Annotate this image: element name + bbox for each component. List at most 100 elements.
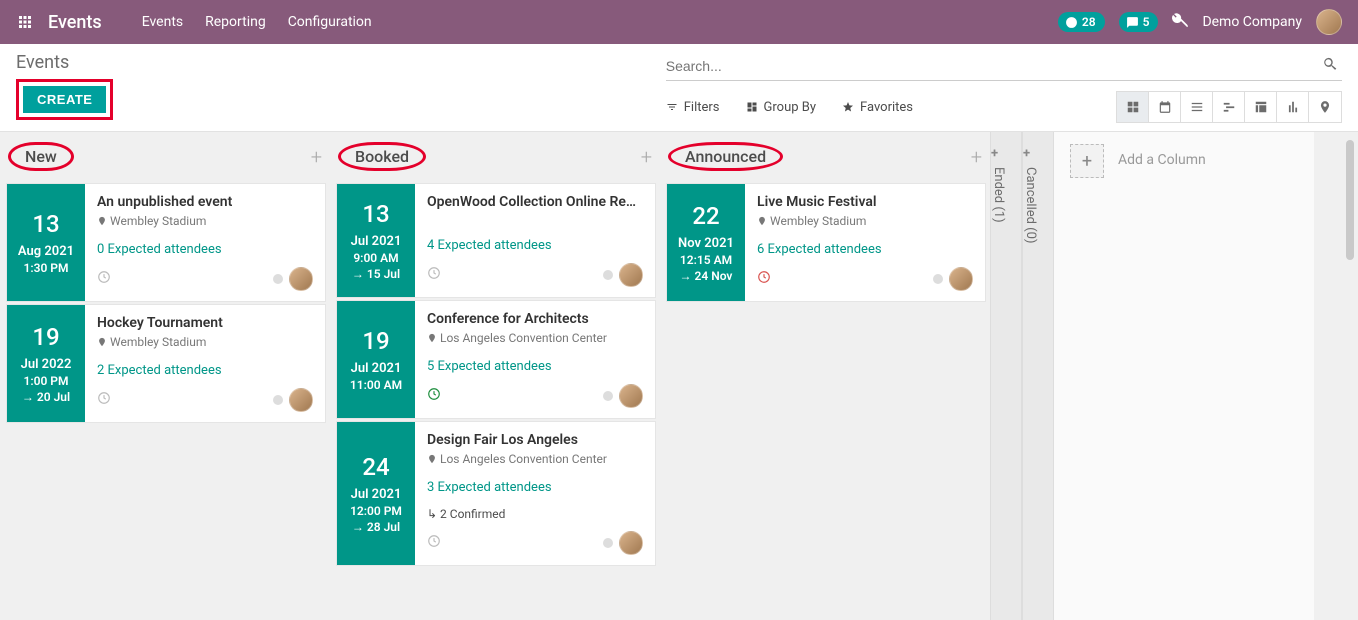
card-date-block: 24 Jul 2021 12:00 PM → 28 Jul bbox=[337, 422, 415, 565]
favorites-label: Favorites bbox=[860, 100, 913, 115]
company-name[interactable]: Demo Company bbox=[1202, 14, 1302, 30]
card-time: 1:30 PM bbox=[23, 261, 68, 275]
card-month: Jul 2021 bbox=[351, 361, 402, 376]
folded-column-ended[interactable]: + Ended (1) bbox=[990, 132, 1022, 620]
card-attendees: 6 Expected attendees bbox=[757, 242, 973, 257]
user-avatar[interactable] bbox=[1316, 9, 1342, 35]
add-column-button[interactable]: + bbox=[1070, 144, 1104, 178]
card-time: 11:00 AM bbox=[350, 378, 402, 392]
card-day: 22 bbox=[692, 202, 719, 230]
create-highlight: CREATE bbox=[16, 79, 113, 120]
event-card[interactable]: 13 Aug 2021 1:30 PM An unpublished event… bbox=[6, 183, 326, 302]
column-title[interactable]: New bbox=[8, 142, 74, 171]
card-title: Live Music Festival bbox=[757, 194, 973, 210]
nav-link-events[interactable]: Events bbox=[142, 14, 183, 30]
nav-link-reporting[interactable]: Reporting bbox=[205, 14, 266, 30]
calendar-view-button[interactable] bbox=[1149, 92, 1181, 122]
quick-create-button[interactable]: + bbox=[311, 145, 322, 169]
folded-label: Cancelled (0) bbox=[1023, 167, 1038, 243]
card-title: Hockey Tournament bbox=[97, 315, 313, 331]
event-card[interactable]: 22 Nov 2021 12:15 AM → 24 Nov Live Music… bbox=[666, 183, 986, 302]
responsible-avatar[interactable] bbox=[289, 267, 313, 291]
debug-icon[interactable] bbox=[1172, 12, 1188, 32]
responsible-avatar[interactable] bbox=[619, 263, 643, 287]
planned-activities-badge[interactable]: 28 bbox=[1058, 12, 1105, 32]
card-location-text: Los Angeles Convention Center bbox=[440, 331, 607, 345]
search-icon[interactable] bbox=[1322, 56, 1338, 76]
card-location: Wembley Stadium bbox=[97, 335, 313, 349]
card-title: An unpublished event bbox=[97, 194, 313, 210]
card-title: OpenWood Collection Online Re… bbox=[427, 194, 643, 210]
navbar-right: 28 5 Demo Company bbox=[1058, 9, 1342, 35]
card-enddate: → 28 Jul bbox=[352, 520, 400, 534]
create-button[interactable]: CREATE bbox=[23, 86, 106, 113]
filters-button[interactable]: Filters bbox=[666, 100, 720, 115]
apps-menu-icon[interactable] bbox=[16, 13, 34, 31]
activity-icon[interactable] bbox=[757, 270, 771, 288]
activity-icon[interactable] bbox=[427, 534, 441, 552]
event-card[interactable]: 24 Jul 2021 12:00 PM → 28 Jul Design Fai… bbox=[336, 421, 656, 566]
quick-create-button[interactable]: + bbox=[971, 145, 982, 169]
priority-dot[interactable] bbox=[273, 274, 283, 284]
priority-dot[interactable] bbox=[273, 395, 283, 405]
graph-view-button[interactable] bbox=[1277, 92, 1309, 122]
map-view-button[interactable] bbox=[1309, 92, 1341, 122]
list-view-button[interactable] bbox=[1181, 92, 1213, 122]
quick-create-button[interactable]: + bbox=[641, 145, 652, 169]
column-title[interactable]: Announced bbox=[668, 142, 783, 171]
card-month: Nov 2021 bbox=[678, 236, 734, 251]
folded-label: Ended (1) bbox=[991, 167, 1006, 223]
card-day: 13 bbox=[362, 200, 389, 228]
card-time: 1:00 PM bbox=[23, 374, 68, 388]
kanban-board: New + 13 Aug 2021 1:30 PM An unpublished… bbox=[0, 132, 1358, 620]
add-column-zone: + Add a Column bbox=[1054, 132, 1314, 620]
priority-dot[interactable] bbox=[603, 391, 613, 401]
scrollbar[interactable] bbox=[1346, 140, 1354, 612]
event-card[interactable]: 13 Jul 2021 9:00 AM → 15 Jul OpenWood Co… bbox=[336, 183, 656, 298]
priority-dot[interactable] bbox=[933, 274, 943, 284]
responsible-avatar[interactable] bbox=[289, 388, 313, 412]
add-column-label: Add a Column bbox=[1118, 144, 1206, 168]
gantt-view-button[interactable] bbox=[1213, 92, 1245, 122]
card-attendees: 3 Expected attendees bbox=[427, 480, 643, 495]
activity-icon[interactable] bbox=[97, 391, 111, 409]
planned-count: 28 bbox=[1082, 15, 1096, 29]
responsible-avatar[interactable] bbox=[619, 531, 643, 555]
priority-dot[interactable] bbox=[603, 270, 613, 280]
event-card[interactable]: 19 Jul 2021 11:00 AM Conference for Arch… bbox=[336, 300, 656, 419]
card-confirmed-text: ↳ 2 Confirmed bbox=[427, 507, 505, 521]
search-input[interactable] bbox=[666, 52, 1342, 81]
priority-dot[interactable] bbox=[603, 538, 613, 548]
app-title: Events bbox=[48, 12, 102, 33]
card-location-text: Wembley Stadium bbox=[110, 335, 206, 349]
responsible-avatar[interactable] bbox=[619, 384, 643, 408]
card-title: Conference for Architects bbox=[427, 311, 643, 327]
card-attendees: 4 Expected attendees bbox=[427, 238, 643, 253]
event-card[interactable]: 19 Jul 2022 1:00 PM → 20 Jul Hockey Tour… bbox=[6, 304, 326, 423]
favorites-button[interactable]: Favorites bbox=[842, 100, 913, 115]
card-date-block: 22 Nov 2021 12:15 AM → 24 Nov bbox=[667, 184, 745, 301]
responsible-avatar[interactable] bbox=[949, 267, 973, 291]
nav-link-configuration[interactable]: Configuration bbox=[288, 14, 372, 30]
activity-icon[interactable] bbox=[97, 270, 111, 288]
card-title: Design Fair Los Angeles bbox=[427, 432, 643, 448]
card-month: Aug 2021 bbox=[18, 244, 74, 259]
card-attendees: 0 Expected attendees bbox=[97, 242, 313, 257]
card-date-block: 13 Aug 2021 1:30 PM bbox=[7, 184, 85, 301]
main-navbar: Events Events Reporting Configuration 28… bbox=[0, 0, 1358, 44]
activity-icon[interactable] bbox=[427, 387, 441, 405]
kanban-view-button[interactable] bbox=[1117, 92, 1149, 122]
kanban-column-new: New + 13 Aug 2021 1:30 PM An unpublished… bbox=[0, 132, 330, 620]
column-title[interactable]: Booked bbox=[338, 142, 426, 171]
activity-icon[interactable] bbox=[427, 266, 441, 284]
groupby-button[interactable]: Group By bbox=[746, 100, 817, 115]
card-day: 19 bbox=[362, 327, 389, 355]
card-confirmed: ↳ 2 Confirmed bbox=[427, 507, 643, 521]
messaging-badge[interactable]: 5 bbox=[1119, 12, 1159, 32]
groupby-label: Group By bbox=[764, 100, 817, 115]
folded-column-cancelled[interactable]: + Cancelled (0) bbox=[1022, 132, 1054, 620]
pivot-view-button[interactable] bbox=[1245, 92, 1277, 122]
card-enddate: → 20 Jul bbox=[22, 390, 70, 404]
card-time: 12:00 PM bbox=[350, 504, 402, 518]
card-month: Jul 2021 bbox=[351, 234, 402, 249]
